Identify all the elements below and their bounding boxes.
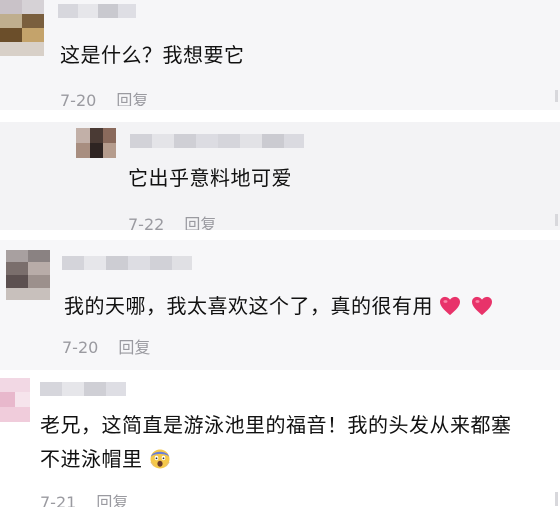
comment-text-body: 我的天哪，我太喜欢这个了，真的很有用 (64, 294, 433, 318)
like-icon[interactable] (555, 492, 558, 506)
reply-button[interactable]: 回复 (96, 494, 128, 507)
heart-icon (439, 293, 461, 326)
comment-text-body: 不进泳帽里 (40, 447, 143, 471)
avatar[interactable] (0, 0, 44, 56)
comment-meta: 7-20 回复 (60, 92, 148, 106)
scream-face-icon (149, 446, 171, 479)
comment-text: 它出乎意料地可爱 (128, 166, 292, 190)
username-pixelated[interactable] (62, 256, 192, 270)
comment-date: 7-22 (128, 216, 165, 230)
comment-date: 7-21 (40, 494, 77, 507)
comment-text: 这是什么？我想要它 (60, 43, 245, 67)
avatar[interactable] (0, 378, 30, 422)
reply-button[interactable]: 回复 (184, 216, 216, 230)
like-icon[interactable] (555, 90, 558, 102)
avatar[interactable] (76, 128, 116, 158)
comment-date: 7-20 (62, 338, 99, 357)
comment-text-line-2: 不进泳帽里 (40, 443, 171, 479)
username-pixelated[interactable] (58, 4, 136, 18)
username-pixelated[interactable] (130, 134, 304, 148)
reply-button[interactable]: 回复 (118, 338, 150, 357)
comment-text-line-1: 老兄，这简直是游泳池里的福音！我的头发从来都塞 (40, 413, 512, 437)
username-pixelated[interactable] (40, 382, 126, 396)
reply-button[interactable]: 回复 (116, 92, 148, 106)
like-icon[interactable] (555, 214, 558, 226)
heart-icon (471, 293, 493, 326)
comment-meta: 7-21 回复 (40, 494, 128, 507)
comment-date: 7-20 (60, 92, 97, 106)
comment-meta: 7-20 回复 (62, 337, 150, 359)
comment-meta: 7-22 回复 (128, 216, 216, 230)
comment-text: 我的天哪，我太喜欢这个了，真的很有用 (64, 290, 493, 326)
avatar[interactable] (6, 250, 50, 300)
